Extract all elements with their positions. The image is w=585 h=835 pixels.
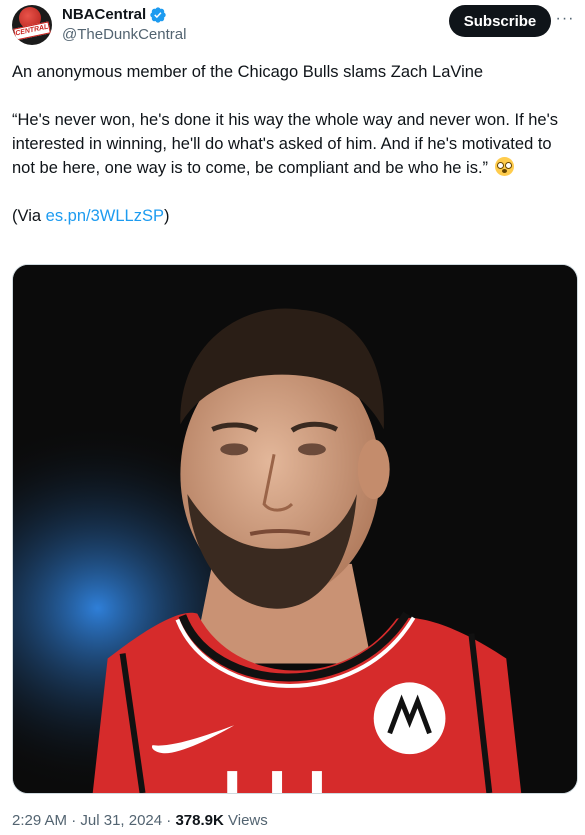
meta-separator: · [67, 812, 81, 829]
more-options-icon[interactable]: ··· [555, 11, 575, 32]
avatar[interactable]: CENTRAL [12, 5, 52, 45]
subscribe-button[interactable]: Subscribe [449, 5, 551, 37]
tweet-meta: 2:29 AM · Jul 31, 2024 · 378.9K Views [12, 811, 268, 831]
tweet-date[interactable]: Jul 31, 2024 [80, 812, 162, 829]
author-display-name[interactable]: NBACentral [62, 5, 146, 25]
author-info: NBACentral @TheDunkCentral [62, 5, 186, 45]
views-label: Views [223, 812, 268, 829]
tweet-headline: An anonymous member of the Chicago Bulls… [12, 63, 484, 81]
tweet-header: CENTRAL NBACentral @TheDunkCentral Subsc… [12, 4, 573, 48]
tweet-text: An anonymous member of the Chicago Bulls… [12, 60, 573, 228]
player-photo [13, 265, 577, 793]
tweet-time[interactable]: 2:29 AM [12, 812, 67, 829]
via-prefix: (Via [12, 207, 46, 225]
verified-badge-icon [150, 7, 166, 23]
avatar-text: CENTRAL [14, 23, 49, 38]
tweet-photo[interactable] [12, 264, 578, 794]
tweet-quote: “He's never won, he's done it his way th… [12, 108, 573, 180]
flushed-face-emoji-icon [494, 157, 514, 176]
meta-separator: · [162, 812, 176, 829]
views-count: 378.9K [175, 812, 224, 829]
via-suffix: ) [163, 207, 170, 225]
author-handle[interactable]: @TheDunkCentral [62, 25, 186, 45]
source-link[interactable]: es.pn/3WLLzSP [46, 207, 164, 225]
quote-text: “He's never won, he's done it his way th… [12, 111, 558, 177]
via-line: (Via es.pn/3WLLzSP) [12, 204, 573, 228]
